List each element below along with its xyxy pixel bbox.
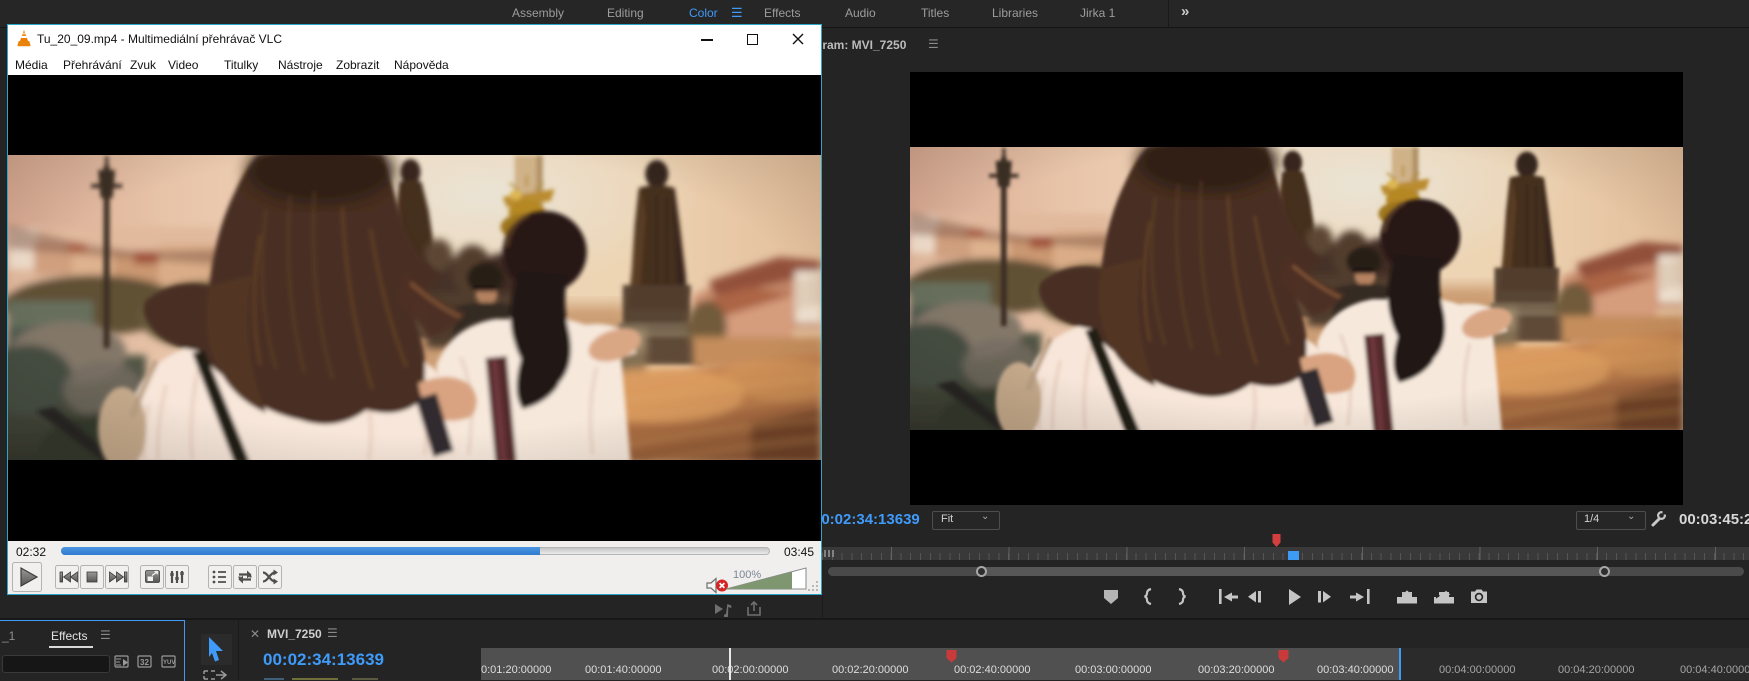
svg-text:YUV: YUV (163, 660, 175, 666)
svg-text:32: 32 (140, 658, 149, 667)
